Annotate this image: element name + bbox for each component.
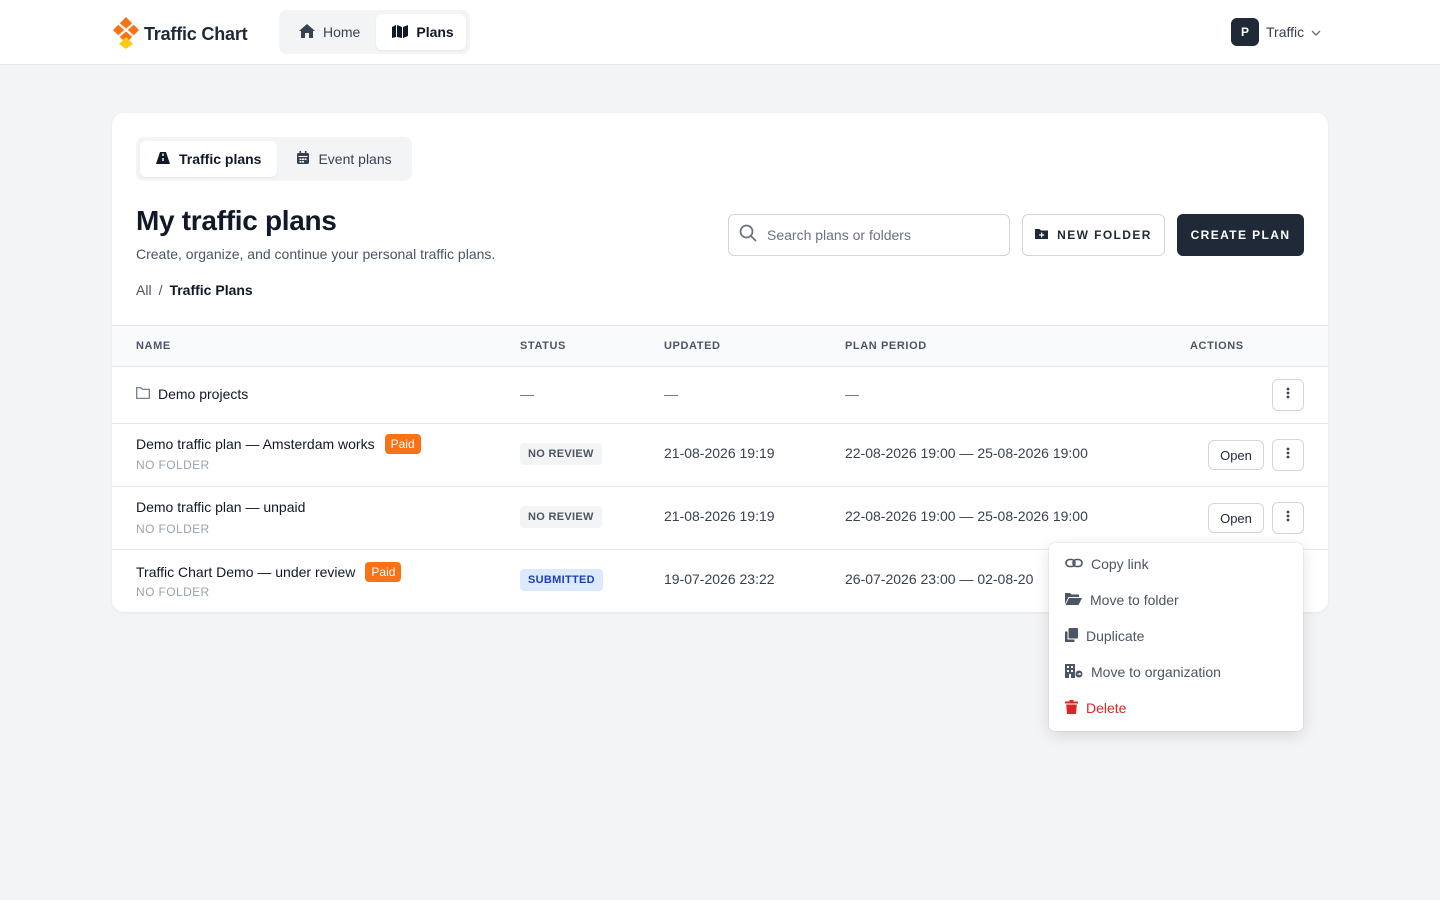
plan-folder: NO FOLDER [136, 522, 210, 536]
breadcrumb: All / Traffic Plans [136, 282, 253, 298]
copy-icon [1065, 627, 1078, 645]
nav-home[interactable]: Home [283, 14, 372, 50]
trash-icon [1065, 699, 1078, 717]
road-icon [156, 151, 170, 167]
new-folder-label: NEW FOLDER [1057, 228, 1152, 242]
tab-event-plans[interactable]: Event plans [281, 141, 407, 177]
more-button[interactable] [1272, 439, 1304, 471]
plan-period: 22-08-2026 19:00 — 25-08-2026 19:00 [845, 508, 1088, 524]
folder-name: Demo projects [158, 386, 249, 402]
table-row-folder[interactable]: Demo projects — — — [112, 367, 1328, 424]
open-button[interactable]: Open [1208, 440, 1264, 470]
top-bar: Traffic Chart Home Plans P Traffic [0, 0, 1440, 65]
search-input[interactable] [767, 227, 987, 243]
column-header-updated: UPDATED [664, 340, 721, 352]
breadcrumb-root[interactable]: All [136, 282, 152, 298]
status-badge: NO REVIEW [520, 443, 602, 465]
breadcrumb-current: Traffic Plans [169, 282, 253, 298]
status-badge: SUBMITTED [520, 569, 603, 591]
logo-icon [111, 15, 141, 54]
menu-item-move-to-folder[interactable]: Move to folder [1049, 582, 1303, 618]
plans-card: Traffic plans Event plans My traffic pla… [112, 113, 1328, 612]
menu-item-move-to-organization[interactable]: Move to organization [1049, 654, 1303, 690]
page-subtitle: Create, organize, and continue your pers… [136, 246, 496, 262]
folder-plus-icon [1035, 228, 1049, 242]
plan-updated: 19-07-2026 23:22 [664, 571, 775, 587]
user-name: Traffic [1266, 24, 1305, 40]
breadcrumb-separator: / [158, 282, 163, 298]
nav-home-label: Home [323, 24, 361, 40]
column-header-name: NAME [136, 340, 171, 352]
search-icon [739, 224, 757, 247]
nav-plans[interactable]: Plans [376, 14, 466, 50]
plan-name[interactable]: Traffic Chart Demo — under review [136, 564, 355, 580]
plan-period: 22-08-2026 19:00 — 25-08-2026 19:00 [845, 445, 1088, 461]
create-plan-button[interactable]: CREATE PLAN [1177, 214, 1304, 256]
column-header-actions: ACTIONS [1190, 340, 1244, 352]
plan-name-cell: Demo traffic plan — unpaid [136, 499, 305, 515]
top-nav: Home Plans [279, 10, 470, 54]
new-folder-button[interactable]: NEW FOLDER [1022, 214, 1165, 256]
folder-more-button[interactable] [1272, 379, 1304, 411]
menu-item-label: Move to organization [1091, 664, 1221, 680]
status-badge: NO REVIEW [520, 506, 602, 528]
plan-name-cell: Traffic Chart Demo — under review Paid [136, 562, 402, 582]
plan-name[interactable]: Demo traffic plan — Amsterdam works [136, 436, 375, 452]
table-header: NAME STATUS UPDATED PLAN PERIOD ACTIONS [112, 325, 1328, 367]
plan-updated: 21-08-2026 19:19 [664, 445, 775, 461]
table-row[interactable]: Demo traffic plan — unpaid NO FOLDER NO … [112, 487, 1328, 550]
paid-badge: Paid [384, 434, 421, 454]
more-vertical-icon [1286, 386, 1290, 404]
home-icon [299, 23, 315, 41]
menu-item-label: Move to folder [1090, 592, 1179, 608]
actions-menu: Copy link Move to folder Duplicate Move … [1049, 543, 1303, 731]
folder-updated: — [664, 386, 678, 402]
menu-item-duplicate[interactable]: Duplicate [1049, 618, 1303, 654]
link-icon [1065, 556, 1083, 572]
folder-period: — [845, 386, 859, 402]
more-vertical-icon [1286, 446, 1290, 464]
tab-event-plans-label: Event plans [318, 151, 392, 167]
plan-folder: NO FOLDER [136, 458, 210, 472]
building-icon [1065, 663, 1083, 681]
page-title: My traffic plans [136, 205, 337, 236]
brand[interactable]: Traffic Chart [111, 15, 248, 54]
folder-open-icon [1065, 592, 1082, 608]
menu-item-label: Copy link [1091, 556, 1149, 572]
plan-type-tabs: Traffic plans Event plans [136, 137, 412, 181]
folder-status: — [520, 386, 534, 402]
plan-folder: NO FOLDER [136, 585, 210, 599]
folder-icon [136, 386, 150, 402]
more-vertical-icon [1286, 509, 1290, 527]
map-icon [392, 24, 409, 41]
menu-item-label: Duplicate [1086, 628, 1145, 644]
calendar-icon [297, 151, 310, 167]
chevron-down-icon [1311, 23, 1321, 41]
paid-badge: Paid [365, 562, 402, 582]
column-header-status: STATUS [520, 340, 566, 352]
folder-name-cell: Demo projects [136, 386, 248, 402]
nav-plans-label: Plans [416, 24, 454, 40]
menu-item-label: Delete [1086, 700, 1127, 716]
column-header-plan-period: PLAN PERIOD [845, 340, 927, 352]
avatar: P [1231, 18, 1259, 46]
menu-item-delete[interactable]: Delete [1049, 690, 1303, 726]
plan-updated: 21-08-2026 19:19 [664, 508, 775, 524]
table-row[interactable]: Demo traffic plan — Amsterdam works Paid… [112, 424, 1328, 487]
plan-period: 26-07-2026 23:00 — 02-08-20 [845, 571, 1034, 587]
user-menu[interactable]: P Traffic [1231, 18, 1321, 46]
tab-traffic-plans[interactable]: Traffic plans [140, 141, 278, 177]
brand-name: Traffic Chart [144, 24, 248, 44]
open-button[interactable]: Open [1208, 503, 1264, 533]
more-button[interactable] [1272, 502, 1304, 534]
plan-name[interactable]: Demo traffic plan — unpaid [136, 499, 305, 515]
menu-item-copy-link[interactable]: Copy link [1049, 546, 1303, 582]
plan-name-cell: Demo traffic plan — Amsterdam works Paid [136, 434, 421, 454]
tab-traffic-plans-label: Traffic plans [179, 151, 262, 167]
search-box [728, 214, 1010, 256]
